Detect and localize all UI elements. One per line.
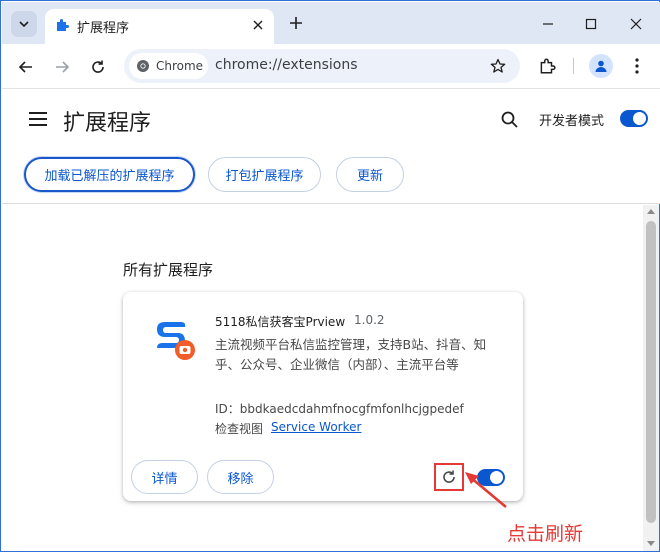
page-title: 扩展程序 <box>63 111 152 136</box>
developer-mode-label: 开发者模式 <box>539 114 605 129</box>
extension-name: 5118私信获客宝Prview <box>215 315 346 329</box>
back-button[interactable] <box>14 55 38 79</box>
forward-button[interactable] <box>50 55 74 79</box>
page-scrollbar[interactable] <box>643 205 659 551</box>
reload-icon <box>443 470 455 483</box>
remove-button[interactable]: 移除 <box>207 460 274 494</box>
arrow-right-icon <box>56 61 70 73</box>
search-icon[interactable] <box>499 109 521 131</box>
extension-logo-icon <box>157 322 195 360</box>
url-text[interactable]: chrome://extensions <box>215 57 358 73</box>
details-button[interactable]: 详情 <box>131 460 198 494</box>
puzzle-icon <box>540 58 556 74</box>
browser-window: 扩展程序 Chrome chrome://extensions 扩展程序 开发者… <box>0 0 660 552</box>
pack-extension-button[interactable]: 打包扩展程序 <box>208 157 321 192</box>
scroll-down-arrow-icon[interactable] <box>647 541 655 546</box>
extension-version: 1.0.2 <box>354 313 385 327</box>
maximize-button[interactable] <box>579 12 603 36</box>
scroll-up-arrow-icon[interactable] <box>647 209 655 214</box>
scroll-thumb[interactable] <box>646 221 656 523</box>
minimize-icon <box>543 23 553 25</box>
site-chip-label: Chrome <box>156 59 204 73</box>
developer-mode-toggle[interactable] <box>620 110 648 127</box>
toolbar: Chrome chrome://extensions <box>2 44 660 88</box>
tab-close-button[interactable] <box>250 17 266 33</box>
update-button[interactable]: 更新 <box>336 157 404 192</box>
chrome-icon <box>137 60 149 72</box>
extensions-header: 扩展程序 开发者模式 加载已解压的扩展程序 打包扩展程序 更新 <box>2 88 660 204</box>
plus-icon <box>290 17 302 29</box>
reload-icon <box>92 60 104 73</box>
close-icon <box>253 20 263 30</box>
profile-button[interactable] <box>589 54 613 78</box>
maximize-icon <box>585 18 597 30</box>
toolbar-divider <box>573 58 574 74</box>
inspect-views-label: 检查视图 <box>215 422 264 436</box>
extension-description: 主流视频平台私信监控管理，支持B站、抖音、知乎、公众号、企业微信（内部）、主流平… <box>215 337 487 372</box>
chevron-down-icon <box>19 21 29 28</box>
tab-strip: 扩展程序 <box>2 2 660 44</box>
service-worker-link[interactable]: Service Worker <box>271 420 361 434</box>
new-tab-button[interactable] <box>286 13 306 33</box>
extension-id: ID：bbdkaedcdahmfnocgfmfonlhcjgpedef <box>215 402 464 416</box>
annotation-label: 点击刷新 <box>507 523 584 545</box>
kebab-menu-icon <box>635 58 639 74</box>
browser-menu-button[interactable] <box>625 54 649 78</box>
active-tab[interactable]: 扩展程序 <box>45 9 274 44</box>
profile-icon <box>595 60 607 72</box>
bookmark-button[interactable] <box>487 55 509 77</box>
puzzle-icon <box>53 16 71 34</box>
load-unpacked-button[interactable]: 加载已解压的扩展程序 <box>24 157 195 192</box>
hamburger-menu-icon[interactable] <box>28 110 48 128</box>
tab-search-button[interactable] <box>11 11 37 37</box>
extensions-content: 所有扩展程序 5118私信获客宝Prview 1.0.2 主流视频平台私信监控管… <box>2 205 643 551</box>
reload-extension-button[interactable] <box>434 463 464 491</box>
extensions-menu-button[interactable] <box>535 54 559 78</box>
tab-title: 扩展程序 <box>77 21 130 36</box>
annotation-arrow-icon <box>465 472 507 508</box>
arrow-left-icon <box>18 61 32 73</box>
close-icon <box>630 18 642 30</box>
minimize-button[interactable] <box>536 12 560 36</box>
site-chip[interactable]: Chrome <box>129 53 208 79</box>
toggle-knob <box>633 112 646 125</box>
close-window-button[interactable] <box>624 12 648 36</box>
reload-page-button[interactable] <box>86 55 110 79</box>
section-title: 所有扩展程序 <box>123 261 214 279</box>
star-icon <box>490 58 506 73</box>
address-bar[interactable]: Chrome chrome://extensions <box>124 49 520 83</box>
